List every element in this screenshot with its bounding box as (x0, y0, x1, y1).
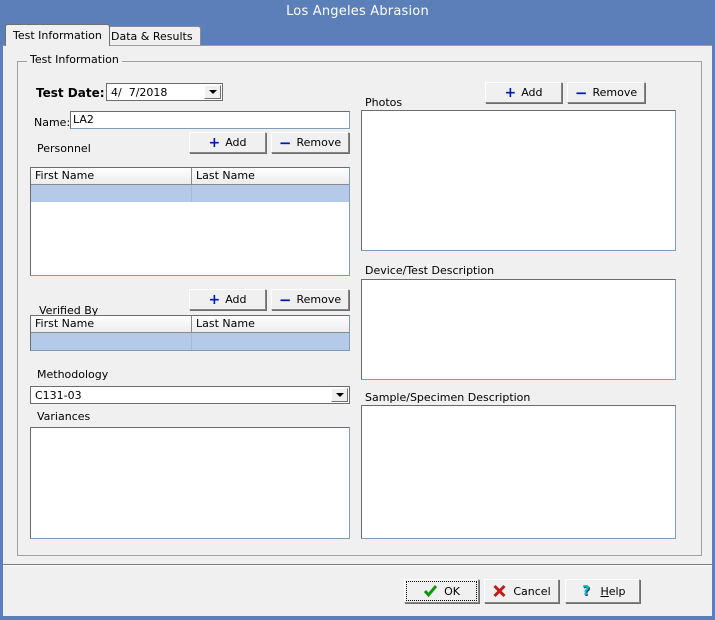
personnel-grid-header: First Name Last Name (31, 168, 349, 185)
personnel-add-label: Add (225, 136, 246, 149)
personnel-cell-last-name (192, 185, 349, 202)
help-button[interactable]: ? ? Help (565, 579, 640, 603)
personnel-grid[interactable]: First Name Last Name (30, 167, 350, 276)
ok-button[interactable]: OK (404, 579, 479, 603)
checkmark-icon (423, 584, 438, 598)
plus-icon: + (208, 295, 220, 305)
verified-add-label: Add (225, 293, 246, 306)
chevron-down-icon[interactable] (204, 85, 221, 99)
close-icon (492, 584, 507, 598)
tabstrip: Test Information Data & Results (3, 24, 712, 46)
minus-icon: − (279, 138, 292, 148)
table-row[interactable] (31, 333, 349, 350)
sample-description-textarea[interactable] (361, 405, 676, 539)
device-description-label: Device/Test Description (365, 264, 494, 277)
help-label-rest: elp (609, 585, 626, 598)
name-label: Name: (34, 116, 70, 129)
verified-remove-button[interactable]: − Remove (271, 289, 349, 310)
minus-icon: − (279, 295, 292, 305)
personnel-add-button[interactable]: + Add (189, 132, 266, 153)
dialog-window: Los Angeles Abrasion Test Information Da… (0, 0, 715, 620)
chevron-down-icon[interactable] (331, 388, 348, 402)
device-description-textarea[interactable] (361, 279, 676, 380)
personnel-remove-label: Remove (296, 136, 341, 149)
ok-label: OK (444, 585, 460, 598)
svg-text:?: ? (583, 584, 591, 598)
cancel-button[interactable]: Cancel (484, 579, 559, 603)
tab-data-results[interactable]: Data & Results (103, 26, 201, 45)
tab-test-information[interactable]: Test Information (5, 24, 110, 46)
methodology-label: Methodology (37, 368, 108, 381)
photos-label: Photos (365, 96, 402, 109)
sample-description-label: Sample/Specimen Description (365, 391, 530, 404)
verified-col-first-name: First Name (31, 316, 192, 332)
photos-add-button[interactable]: + Add (485, 82, 562, 103)
verified-remove-label: Remove (296, 293, 341, 306)
methodology-combo[interactable]: C131-03 (30, 386, 350, 404)
tab-page-test-information: Test Information Test Date: 4/ 7/2018 Na… (3, 45, 712, 616)
personnel-col-first-name: First Name (31, 168, 192, 184)
verified-col-last-name: Last Name (192, 316, 349, 332)
help-label: Help (600, 585, 625, 598)
personnel-cell-first-name (31, 185, 192, 202)
verified-by-grid[interactable]: First Name Last Name (30, 315, 350, 351)
question-mark-icon: ? ? (579, 584, 594, 598)
help-accel-letter: H (600, 585, 608, 598)
verified-cell-first-name (31, 333, 192, 350)
photos-remove-label: Remove (592, 86, 637, 99)
verified-cell-last-name (192, 333, 349, 350)
plus-icon: + (208, 138, 220, 148)
name-input[interactable]: LA2 (70, 111, 350, 129)
cancel-label: Cancel (513, 585, 550, 598)
photos-remove-button[interactable]: − Remove (567, 82, 645, 103)
personnel-label: Personnel (37, 142, 91, 155)
test-date-value: 4/ 7/2018 (111, 85, 167, 100)
verified-add-button[interactable]: + Add (189, 289, 266, 310)
photos-list[interactable] (361, 110, 676, 251)
photos-add-label: Add (521, 86, 542, 99)
table-row[interactable] (31, 185, 349, 202)
test-date-label: Test Date: (36, 87, 105, 100)
variances-textarea[interactable] (30, 427, 350, 539)
personnel-remove-button[interactable]: − Remove (271, 132, 349, 153)
minus-icon: − (575, 88, 588, 98)
verified-grid-header: First Name Last Name (31, 316, 349, 333)
methodology-value: C131-03 (35, 388, 82, 403)
test-information-groupbox-title: Test Information (27, 54, 122, 66)
window-title: Los Angeles Abrasion (0, 0, 715, 24)
personnel-col-last-name: Last Name (192, 168, 349, 184)
bottom-separator (3, 564, 712, 566)
plus-icon: + (504, 88, 516, 98)
test-date-combo[interactable]: 4/ 7/2018 (106, 83, 223, 101)
variances-label: Variances (37, 410, 90, 423)
